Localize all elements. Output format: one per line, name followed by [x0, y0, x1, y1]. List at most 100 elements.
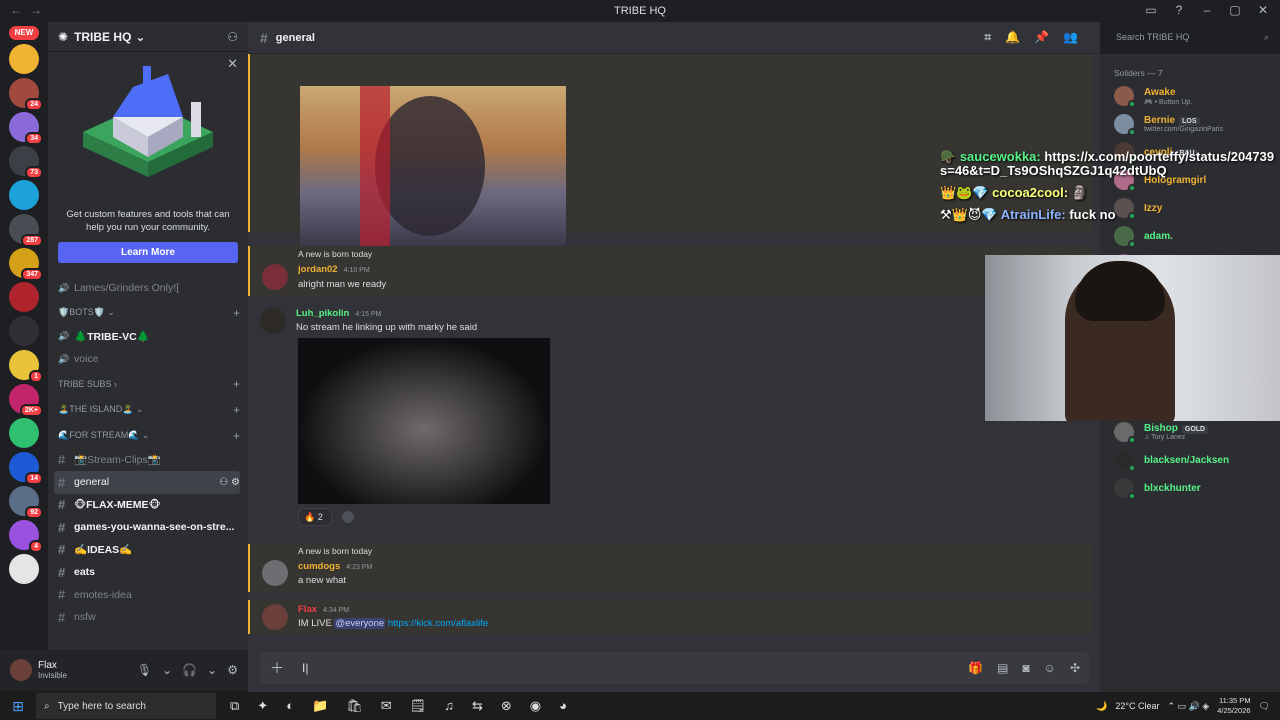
minimize-button[interactable]: –	[1200, 3, 1214, 17]
channel-item[interactable]: 🔊 voice	[58, 348, 240, 371]
plus-icon[interactable]: +	[233, 403, 240, 417]
channel-item[interactable]: # emotes-idea	[58, 584, 240, 607]
microphone-icon[interactable]: 🎙	[137, 663, 152, 677]
app-icon[interactable]: ⇆	[472, 698, 483, 714]
edge-icon[interactable]: ◐	[286, 698, 294, 714]
server-icon[interactable]	[9, 316, 39, 346]
store-icon[interactable]: 🛍	[346, 698, 363, 714]
file-explorer-icon[interactable]: 📁	[312, 698, 328, 714]
channel-item[interactable]: # eats	[58, 561, 240, 584]
plus-icon[interactable]: +	[233, 377, 240, 391]
channel-item[interactable]: 🔊 Lames/Grinders Only![	[58, 277, 240, 300]
video-embed[interactable]	[300, 86, 566, 264]
plus-icon[interactable]: +	[233, 429, 240, 443]
inbox-icon[interactable]: ▭	[1144, 3, 1158, 17]
channel-settings-icon[interactable]: ⚇ ⚙	[219, 477, 240, 488]
tray-icons[interactable]: ⌃ ▭ 🔊 ◈	[1168, 701, 1210, 712]
bell-icon[interactable]: 🔔	[1005, 30, 1020, 45]
channel-item[interactable]: # 🐵FLAX-MEME🐵	[58, 494, 240, 517]
server-header[interactable]: ✺ TRIBE HQ ⌄ ⚇	[48, 22, 248, 52]
discord-icon[interactable]: ◕	[559, 698, 567, 714]
xbox-icon[interactable]: ⊗	[501, 698, 512, 714]
chevron-down-icon[interactable]: ⌄	[207, 663, 217, 677]
headphones-icon[interactable]: 🎧	[182, 663, 197, 677]
close-icon[interactable]: ✕	[227, 56, 238, 72]
notification-icon[interactable]: 🗨	[1259, 701, 1270, 712]
server-icon[interactable]: 287	[9, 214, 43, 247]
member-item[interactable]: adam.	[1100, 222, 1280, 250]
message-input[interactable]: ＋ I| 🎁 ▤ ◙ ☺ ✣	[260, 652, 1090, 684]
server-icon[interactable]: 34	[9, 112, 43, 145]
members-icon[interactable]: 👥	[1063, 30, 1078, 45]
message-author[interactable]: Flax 4:34 PM	[298, 604, 349, 615]
message-author[interactable]: Luh_pikolin 4:15 PM	[296, 308, 381, 319]
server-icon[interactable]: 4	[9, 520, 43, 553]
member-item[interactable]: Bernie LOS twitter.com/GingazinParis	[1100, 110, 1280, 138]
emoji-icon[interactable]: ☺	[1044, 661, 1056, 675]
channel-item[interactable]: 🔊 🌲TRIBE-VC🌲	[58, 326, 240, 349]
server-icon[interactable]: 24	[9, 78, 43, 111]
task-view-icon[interactable]: ⧉	[230, 698, 239, 714]
mail-icon[interactable]: ✉	[381, 698, 392, 714]
windows-start-icon[interactable]: ⊞	[0, 698, 36, 715]
server-icon[interactable]: 73	[9, 146, 43, 179]
avatar[interactable]	[262, 560, 288, 586]
copilot-icon[interactable]: ✦	[257, 698, 268, 714]
reply-preview[interactable]: A new is born today	[298, 249, 372, 259]
apps-icon[interactable]: ✣	[1070, 661, 1080, 675]
avatar[interactable]	[262, 264, 288, 290]
member-item[interactable]: Bishop GOLD ♫ Tory Lanez	[1100, 418, 1280, 446]
gear-icon[interactable]: ⚙	[227, 663, 238, 677]
server-icon[interactable]	[9, 554, 39, 584]
avatar[interactable]	[260, 308, 286, 334]
channel-item[interactable]: # ✍️IDEAS✍️	[58, 539, 240, 562]
plus-icon[interactable]: +	[233, 306, 240, 320]
search-input[interactable]: Search TRIBE HQ ⌕	[1110, 27, 1275, 49]
pin-icon[interactable]: 📌	[1034, 30, 1049, 45]
member-item[interactable]: blacksen/Jacksen	[1100, 446, 1280, 474]
clock[interactable]: 11:35 PM 4/25/2026	[1217, 696, 1250, 716]
member-item[interactable]: Awake 🎮 • Button Up.	[1100, 82, 1280, 110]
channel-category[interactable]: 🌊FOR STREAM🌊 ⌄ +	[58, 423, 240, 449]
mention[interactable]: @everyone	[334, 618, 386, 629]
channel-item[interactable]: # games-you-wanna-see-on-stre...	[58, 516, 240, 539]
message-link[interactable]: https://kick.com/aflaxlife	[388, 618, 488, 629]
reply-preview[interactable]: A new is born today	[298, 546, 372, 556]
gift-icon[interactable]: 🎁	[968, 661, 983, 675]
server-icon[interactable]: 92	[9, 486, 43, 519]
server-icon[interactable]: 1	[9, 350, 43, 383]
help-icon[interactable]: ?	[1172, 3, 1186, 17]
sticker-icon[interactable]: ◙	[1022, 661, 1029, 675]
server-icon[interactable]	[9, 418, 39, 448]
maximize-button[interactable]: ▢	[1228, 3, 1242, 17]
avatar[interactable]	[10, 659, 32, 681]
add-reaction-icon[interactable]	[342, 511, 354, 523]
server-icon[interactable]: 14	[9, 452, 43, 485]
spotify-icon[interactable]: ♫	[444, 698, 454, 714]
server-icon[interactable]: 2K+	[9, 384, 43, 417]
server-icon[interactable]	[9, 44, 39, 74]
avatar[interactable]	[262, 604, 288, 630]
channel-category[interactable]: 🏝️THE ISLAND🏝️ ⌄ +	[58, 397, 240, 423]
channel-category[interactable]: TRIBE SUBS › +	[58, 371, 240, 397]
close-button[interactable]: ✕	[1256, 3, 1270, 17]
reaction[interactable]: 🔥 2	[298, 508, 332, 526]
chevron-down-icon[interactable]: ⌄	[162, 663, 172, 677]
taskbar-search-input[interactable]: ⌕ Type here to search	[36, 693, 216, 719]
server-icon[interactable]	[9, 282, 39, 312]
gif-icon[interactable]: ▤	[997, 661, 1008, 675]
server-icon[interactable]: 347	[9, 248, 43, 281]
channel-item[interactable]: # nsfw	[58, 606, 240, 629]
channel-category[interactable]: 🛡️BOTS🛡️ ⌄ +	[58, 300, 240, 326]
add-member-icon[interactable]: ⚇	[227, 30, 238, 44]
notepad-icon[interactable]: 🗒	[410, 698, 427, 714]
obs-icon[interactable]: ◉	[530, 698, 541, 714]
weather-text[interactable]: 22°C Clear	[1115, 701, 1159, 711]
message-author[interactable]: cumdogs 4:23 PM	[298, 561, 372, 572]
channel-item[interactable]: # 📸Stream-Clips📸	[58, 449, 240, 472]
threads-icon[interactable]: ⌗	[984, 30, 991, 45]
server-icon[interactable]	[9, 180, 39, 210]
member-item[interactable]: blxckhunter	[1100, 474, 1280, 502]
video-embed[interactable]	[298, 338, 550, 504]
channel-item[interactable]: # general ⚇ ⚙	[54, 471, 240, 494]
